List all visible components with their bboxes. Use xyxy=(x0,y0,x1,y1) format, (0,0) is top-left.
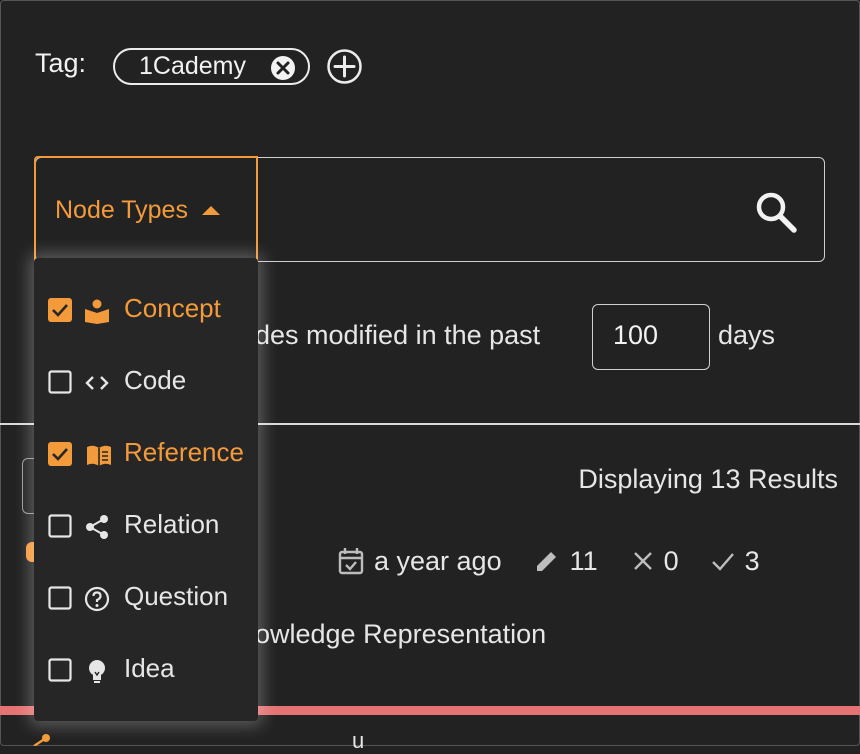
node-types-button[interactable]: Node Types xyxy=(34,156,258,262)
concept-icon xyxy=(85,299,109,324)
arrow-up-icon xyxy=(201,205,220,215)
option-label: Concept xyxy=(124,293,221,323)
upvotes-stat[interactable]: 3 xyxy=(711,546,760,577)
edits-stat: 11 xyxy=(534,546,598,577)
search-icon[interactable] xyxy=(752,188,800,236)
result-stats: a year ago 11 0 3 xyxy=(338,540,760,582)
question-icon xyxy=(84,586,110,612)
node-types-dropdown: Concept Code Reference Relation Question… xyxy=(34,258,258,721)
option-label: Relation xyxy=(124,509,220,539)
check-icon xyxy=(711,553,734,571)
tag-label: Tag: xyxy=(35,48,87,78)
node-type-option-concept[interactable]: Concept xyxy=(34,274,258,346)
reference-icon xyxy=(87,445,111,466)
result-title[interactable]: owledge Representation xyxy=(255,619,546,650)
close-icon xyxy=(633,552,652,570)
date-stat: a year ago xyxy=(338,546,502,577)
option-label: Question xyxy=(124,581,229,611)
days-label: days xyxy=(718,320,776,350)
option-label: Idea xyxy=(124,653,175,683)
downvotes-stat[interactable]: 0 xyxy=(632,546,679,577)
upvotes-value: 3 xyxy=(744,545,760,576)
calendar-check-icon xyxy=(338,548,364,575)
idea-icon xyxy=(89,660,105,683)
option-label: Code xyxy=(124,365,187,395)
node-types-label: Node Types xyxy=(55,195,188,224)
node-type-option-reference[interactable]: Reference xyxy=(34,418,258,490)
modified-filter-text: des modified in the past xyxy=(255,320,541,350)
edits-value: 11 xyxy=(569,545,598,576)
results-count: Displaying 13 Results xyxy=(578,464,838,494)
option-label: Reference xyxy=(124,437,244,467)
checkbox-empty-icon[interactable] xyxy=(48,514,72,538)
tag-chip[interactable]: 1Cademy xyxy=(113,48,310,85)
checkbox-checked-icon[interactable] xyxy=(48,298,72,322)
node-type-option-relation[interactable]: Relation xyxy=(34,490,258,562)
date-value: a year ago xyxy=(374,545,502,576)
add-tag-icon[interactable] xyxy=(326,48,363,85)
node-type-option-idea[interactable]: Idea xyxy=(34,634,258,706)
share-icon xyxy=(33,734,50,746)
downvotes-value: 0 xyxy=(663,545,679,576)
remove-tag-icon[interactable] xyxy=(271,56,295,80)
checkbox-empty-icon[interactable] xyxy=(48,586,72,610)
pencil-icon xyxy=(536,552,556,571)
node-type-option-question[interactable]: Question xyxy=(34,562,258,634)
code-icon xyxy=(85,376,109,390)
relation-icon xyxy=(86,515,108,539)
tag-chip-label: 1Cademy xyxy=(139,52,246,80)
checkbox-empty-icon[interactable] xyxy=(48,370,72,394)
checkbox-checked-icon[interactable] xyxy=(48,442,72,466)
checkbox-empty-icon[interactable] xyxy=(48,658,72,682)
node-type-option-code[interactable]: Code xyxy=(34,346,258,418)
next-result-text: u xyxy=(352,728,365,753)
days-input[interactable] xyxy=(592,304,710,370)
